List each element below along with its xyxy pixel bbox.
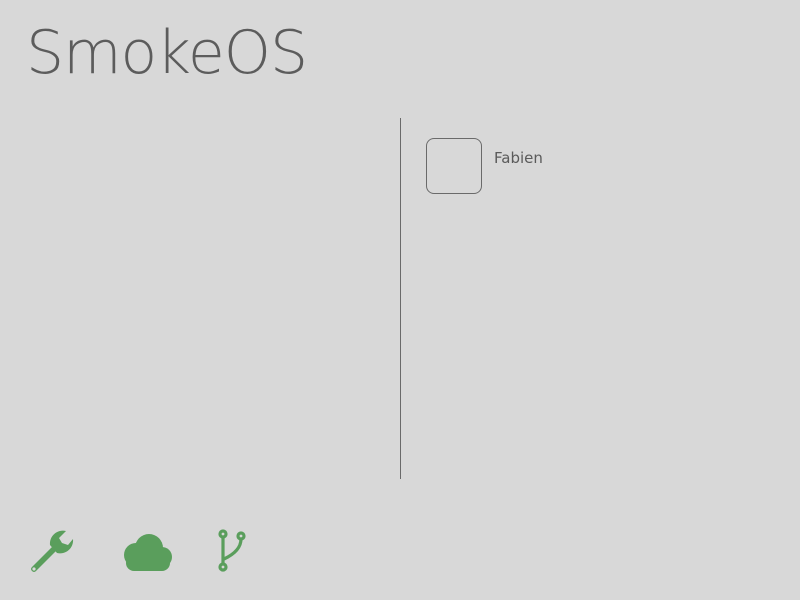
os-title: SmokeOS [26, 18, 308, 88]
bottom-toolbar [26, 526, 248, 576]
user-list: Fabien [426, 138, 786, 194]
cloud-icon[interactable] [120, 529, 174, 573]
user-name-label: Fabien [494, 149, 543, 167]
wrench-icon[interactable] [26, 527, 74, 575]
user-item-fabien[interactable]: Fabien [426, 138, 786, 194]
git-branch-icon[interactable] [216, 529, 248, 573]
user-avatar[interactable] [426, 138, 482, 194]
vertical-divider [400, 118, 401, 479]
